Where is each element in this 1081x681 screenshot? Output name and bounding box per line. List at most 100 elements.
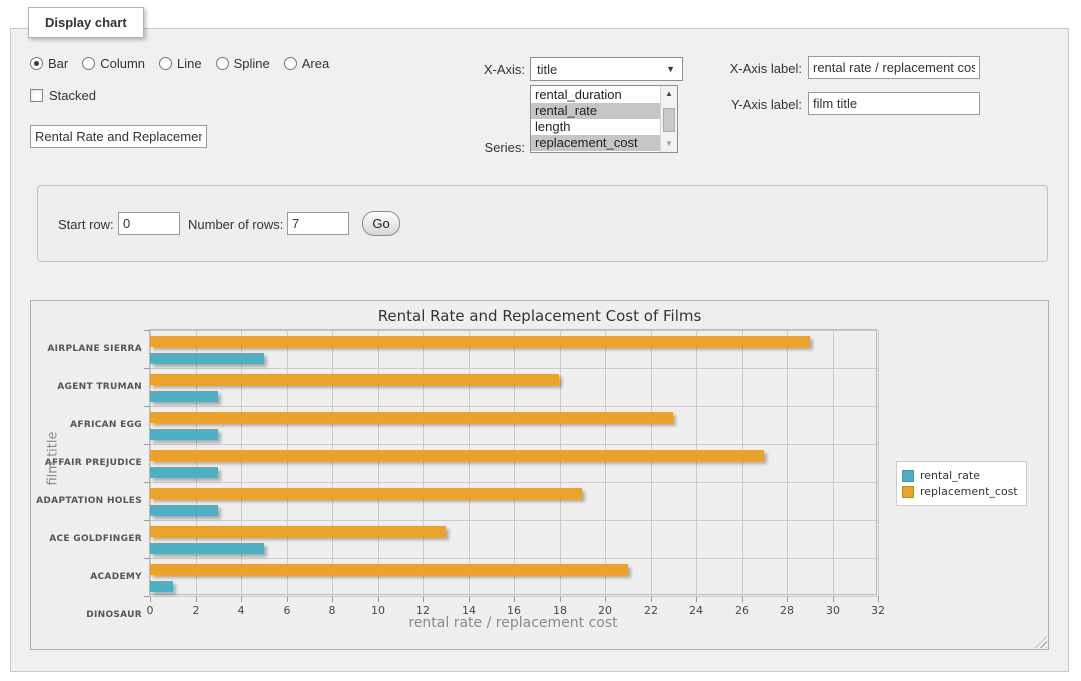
series-label: Series: xyxy=(445,136,525,159)
y-gridline xyxy=(150,482,878,483)
bar-rental_rate xyxy=(150,543,264,554)
series-listbox: rental_durationrental_ratelengthreplacem… xyxy=(530,85,678,153)
y-tick-mark xyxy=(144,596,150,597)
dropdown-arrow-icon: ▼ xyxy=(666,64,682,74)
radio-icon[interactable] xyxy=(216,57,229,70)
bar-rental_rate xyxy=(150,353,264,364)
bar-rental_rate xyxy=(150,429,218,440)
x-gridline xyxy=(560,330,561,596)
series-option-rental_rate[interactable]: rental_rate xyxy=(531,103,660,119)
stacked-label: Stacked xyxy=(49,88,96,103)
x-axis-label-input[interactable] xyxy=(808,56,980,79)
x-gridline xyxy=(787,330,788,596)
scroll-down-icon[interactable]: ▼ xyxy=(661,137,677,151)
bar-rental_rate xyxy=(150,581,173,592)
bar-rental_rate xyxy=(150,467,218,478)
series-options: rental_durationrental_ratelengthreplacem… xyxy=(531,86,660,152)
bar-replacement_cost xyxy=(150,412,673,423)
x-gridline xyxy=(469,330,470,596)
y-tick-mark xyxy=(144,520,150,521)
chart-type-option-line[interactable]: Line xyxy=(159,56,202,71)
scroll-up-icon[interactable]: ▲ xyxy=(661,87,677,101)
x-axis-select-label: X-Axis: xyxy=(445,58,525,81)
chart-type-option-label: Area xyxy=(302,56,329,71)
number-of-rows-label: Number of rows: xyxy=(188,213,283,236)
start-row-input[interactable] xyxy=(118,212,180,235)
x-gridline xyxy=(196,330,197,596)
chart-type-option-column[interactable]: Column xyxy=(82,56,145,71)
chart-title-input[interactable] xyxy=(30,125,207,148)
x-gridline xyxy=(241,330,242,596)
x-gridline xyxy=(833,330,834,596)
stacked-checkbox-item[interactable]: Stacked xyxy=(30,88,96,103)
y-tick-mark xyxy=(144,330,150,331)
x-gridline xyxy=(878,330,879,596)
bar-rental_rate xyxy=(150,391,218,402)
radio-icon[interactable] xyxy=(30,57,43,70)
category-label: AIRPLANE SIERRA xyxy=(36,330,142,368)
x-tick-mark xyxy=(878,596,879,602)
start-row-label: Start row: xyxy=(58,213,114,236)
chart-title: Rental Rate and Replacement Cost of Film… xyxy=(31,307,1048,325)
y-gridline xyxy=(150,406,878,407)
category-label: AGENT TRUMAN xyxy=(36,368,142,406)
bar-replacement_cost xyxy=(150,526,446,537)
fieldset-legend: Display chart xyxy=(28,7,144,38)
bar-replacement_cost xyxy=(150,488,582,499)
x-gridline xyxy=(150,330,151,596)
bar-replacement_cost xyxy=(150,374,559,385)
chart-type-option-area[interactable]: Area xyxy=(284,56,329,71)
x-gridline xyxy=(423,330,424,596)
chart-panel: Rental Rate and Replacement Cost of Film… xyxy=(30,300,1049,650)
x-gridline xyxy=(332,330,333,596)
y-tick-mark xyxy=(144,482,150,483)
page: Display chart Bar Column Line Spline Area St… xyxy=(0,0,1081,681)
chart-type-option-label: Line xyxy=(177,56,202,71)
x-gridline xyxy=(514,330,515,596)
y-axis-label-caption: Y-Axis label: xyxy=(714,93,802,116)
series-option-replacement_cost[interactable]: replacement_cost xyxy=(531,135,660,151)
series-scrollbar[interactable]: ▲ ▼ xyxy=(660,86,677,152)
y-tick-mark xyxy=(144,558,150,559)
category-label: ACE GOLDFINGER xyxy=(36,520,142,558)
y-tick-mark xyxy=(144,406,150,407)
series-option-length[interactable]: length xyxy=(531,119,660,135)
category-label: ACADEMY DINOSAUR xyxy=(36,558,142,596)
x-gridline xyxy=(605,330,606,596)
legend-item-rental_rate: rental_rate xyxy=(902,469,1018,482)
chart-legend: rental_rate replacement_cost xyxy=(896,461,1027,506)
bar-replacement_cost xyxy=(150,450,764,461)
radio-icon[interactable] xyxy=(159,57,172,70)
stacked-checkbox[interactable] xyxy=(30,89,43,102)
fieldset-legend-text: Display chart xyxy=(45,15,127,30)
chart-type-option-bar[interactable]: Bar xyxy=(30,56,68,71)
y-gridline xyxy=(150,520,878,521)
series-option-rental_duration[interactable]: rental_duration xyxy=(531,87,660,103)
y-gridline xyxy=(150,444,878,445)
number-of-rows-input[interactable] xyxy=(287,212,349,235)
legend-label: replacement_cost xyxy=(920,485,1018,498)
chart-y-axis-title: film title xyxy=(46,409,61,509)
bar-rental_rate xyxy=(150,505,218,516)
x-gridline xyxy=(287,330,288,596)
x-axis-select[interactable]: title ▼ xyxy=(530,57,683,81)
resize-handle-icon[interactable] xyxy=(1035,636,1047,648)
legend-swatch-icon xyxy=(902,470,914,482)
bar-replacement_cost xyxy=(150,564,628,575)
chart-x-axis-title: rental rate / replacement cost xyxy=(149,615,877,631)
chart-type-option-label: Bar xyxy=(48,56,68,71)
plot-area: 02468101214161820222426283032AIRPLANE SI… xyxy=(149,329,877,595)
x-axis-label-caption: X-Axis label: xyxy=(714,57,802,80)
radio-icon[interactable] xyxy=(284,57,297,70)
x-gridline xyxy=(696,330,697,596)
scrollbar-thumb[interactable] xyxy=(663,108,675,132)
chart-type-radio-group: Bar Column Line Spline Area xyxy=(30,56,329,71)
y-gridline xyxy=(150,368,878,369)
y-axis-label-input[interactable] xyxy=(808,92,980,115)
x-gridline xyxy=(651,330,652,596)
radio-icon[interactable] xyxy=(82,57,95,70)
go-button[interactable]: Go xyxy=(362,211,400,236)
x-gridline xyxy=(378,330,379,596)
legend-swatch-icon xyxy=(902,486,914,498)
chart-type-option-spline[interactable]: Spline xyxy=(216,56,270,71)
